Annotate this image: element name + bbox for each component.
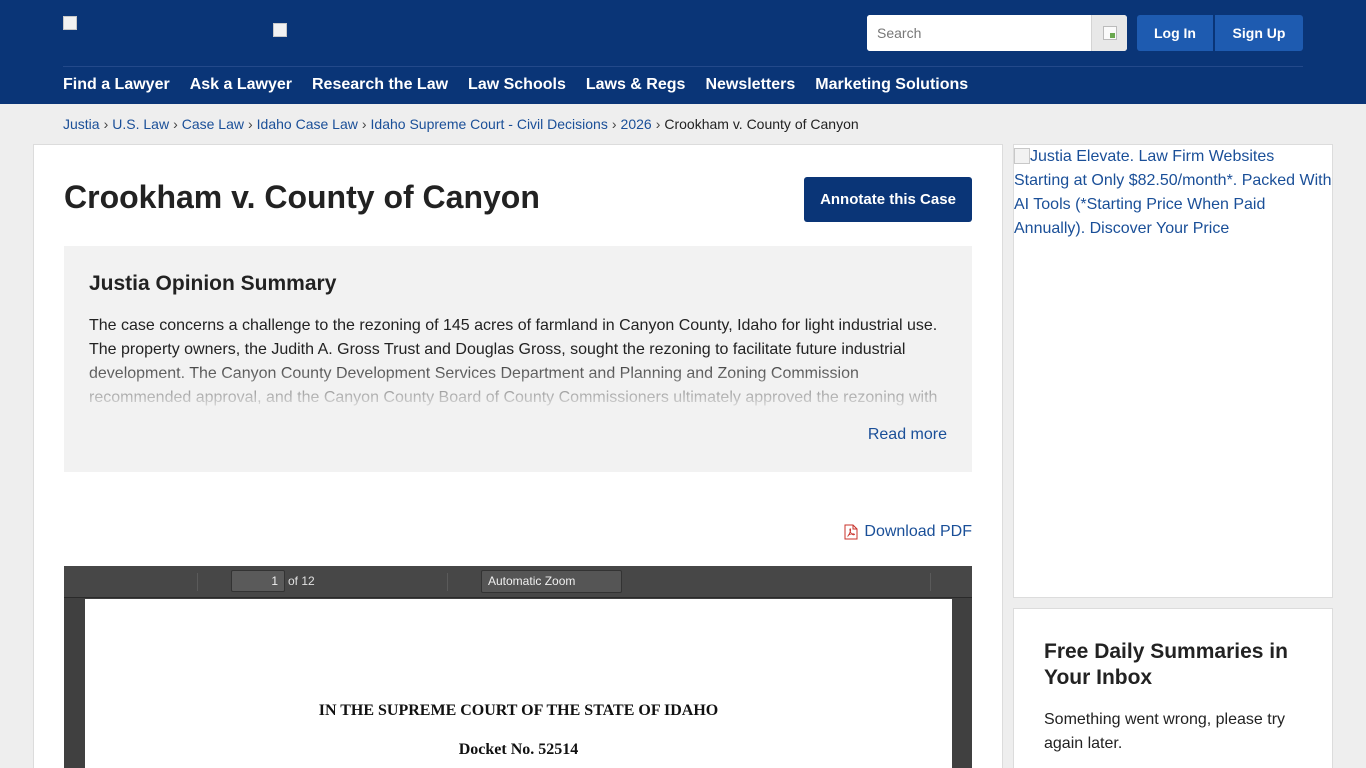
search-button[interactable] xyxy=(1091,15,1127,51)
ad-link[interactable]: Justia Elevate. Law Firm Websites Starti… xyxy=(1014,145,1332,241)
pdf-icon xyxy=(844,524,858,540)
download-pdf-label: Download PDF xyxy=(864,523,972,540)
newsletter-signup: Free Daily Summaries in Your Inbox Somet… xyxy=(1013,608,1333,768)
pdf-page: IN THE SUPREME COURT OF THE STATE OF IDA… xyxy=(85,599,952,768)
pdf-court-heading: IN THE SUPREME COURT OF THE STATE OF IDA… xyxy=(318,702,719,719)
sidebar-ad: Justia Elevate. Law Firm Websites Starti… xyxy=(1013,144,1333,598)
pdf-docket-number: Docket No. 52514 xyxy=(458,741,579,758)
page-title: Crookham v. County of Canyon xyxy=(64,179,540,215)
newsletter-heading: Free Daily Summaries in Your Inbox xyxy=(1044,640,1288,689)
breadcrumb-case-law[interactable]: Case Law xyxy=(182,116,244,132)
breadcrumb-separator: › xyxy=(103,116,109,132)
breadcrumb-current: Crookham v. County of Canyon xyxy=(664,116,859,132)
nav-research-the-law[interactable]: Research the Law xyxy=(312,74,448,98)
breadcrumb-separator: › xyxy=(173,116,178,132)
summary-text: The case concerns a challenge to the rez… xyxy=(89,317,938,406)
breadcrumb: Justia › U.S. Law › Case Law › Idaho Case Law ›… xyxy=(63,115,859,133)
toolbar-separator xyxy=(197,573,198,591)
pdf-viewer: 1 of 12 Automatic Zoom IN THE SUPREME CO… xyxy=(64,566,972,768)
download-pdf-link[interactable]: Download PDF xyxy=(844,523,972,541)
breadcrumb-year[interactable]: 2026 xyxy=(621,116,652,132)
opinion-summary: Justia Opinion Summary The case concerns… xyxy=(64,246,972,472)
ad-alt-text: Justia Elevate. Law Firm Websites Starti… xyxy=(1014,148,1332,237)
breadcrumb-separator: › xyxy=(611,116,617,132)
nav-law-schools[interactable]: Law Schools xyxy=(468,74,566,98)
login-button[interactable]: Log In xyxy=(1137,15,1213,51)
breadcrumb-separator: › xyxy=(655,116,661,132)
toolbar-separator xyxy=(930,573,931,591)
zoom-select[interactable]: Automatic Zoom xyxy=(481,570,622,593)
justia-tagline-icon xyxy=(273,23,289,39)
pdf-toolbar: 1 of 12 Automatic Zoom xyxy=(64,566,972,598)
breadcrumb-separator: › xyxy=(361,116,367,132)
read-more-link[interactable]: Read more xyxy=(868,426,947,444)
main-content: Crookham v. County of Canyon Annotate th… xyxy=(33,144,1003,768)
page-count: of 12 xyxy=(288,574,315,588)
justia-logo-icon[interactable] xyxy=(63,16,79,32)
breadcrumb-idaho-case-law[interactable]: Idaho Case Law xyxy=(257,116,358,132)
newsletter-error-message: Something went wrong, please try again l… xyxy=(1044,711,1286,752)
nav-ask-a-lawyer[interactable]: Ask a Lawyer xyxy=(190,74,292,98)
summary-heading: Justia Opinion Summary xyxy=(89,272,337,295)
nav-find-a-lawyer[interactable]: Find a Lawyer xyxy=(63,74,170,98)
nav-newsletters[interactable]: Newsletters xyxy=(705,74,795,98)
nav-marketing-solutions[interactable]: Marketing Solutions xyxy=(815,74,968,98)
main-nav: Find a Lawyer Ask a Lawyer Research the … xyxy=(63,74,988,98)
breadcrumb-us-law[interactable]: U.S. Law xyxy=(112,116,169,132)
breadcrumb-idaho-supreme-court[interactable]: Idaho Supreme Court - Civil Decisions xyxy=(371,116,608,132)
page-number-input[interactable]: 1 xyxy=(231,570,285,592)
site-header: Log In Sign Up Find a Lawyer Ask a Lawye… xyxy=(0,0,1366,104)
search-box xyxy=(867,15,1127,51)
annotate-case-button[interactable]: Annotate this Case xyxy=(804,177,972,222)
breadcrumb-separator: › xyxy=(248,116,253,132)
header-divider xyxy=(63,66,1303,67)
search-icon xyxy=(1102,26,1117,40)
search-input[interactable] xyxy=(867,15,1091,51)
breadcrumb-justia[interactable]: Justia xyxy=(63,116,100,132)
broken-image-icon xyxy=(1014,148,1030,164)
toolbar-separator xyxy=(447,573,448,591)
signup-button[interactable]: Sign Up xyxy=(1215,15,1303,51)
nav-laws-regs[interactable]: Laws & Regs xyxy=(586,74,686,98)
